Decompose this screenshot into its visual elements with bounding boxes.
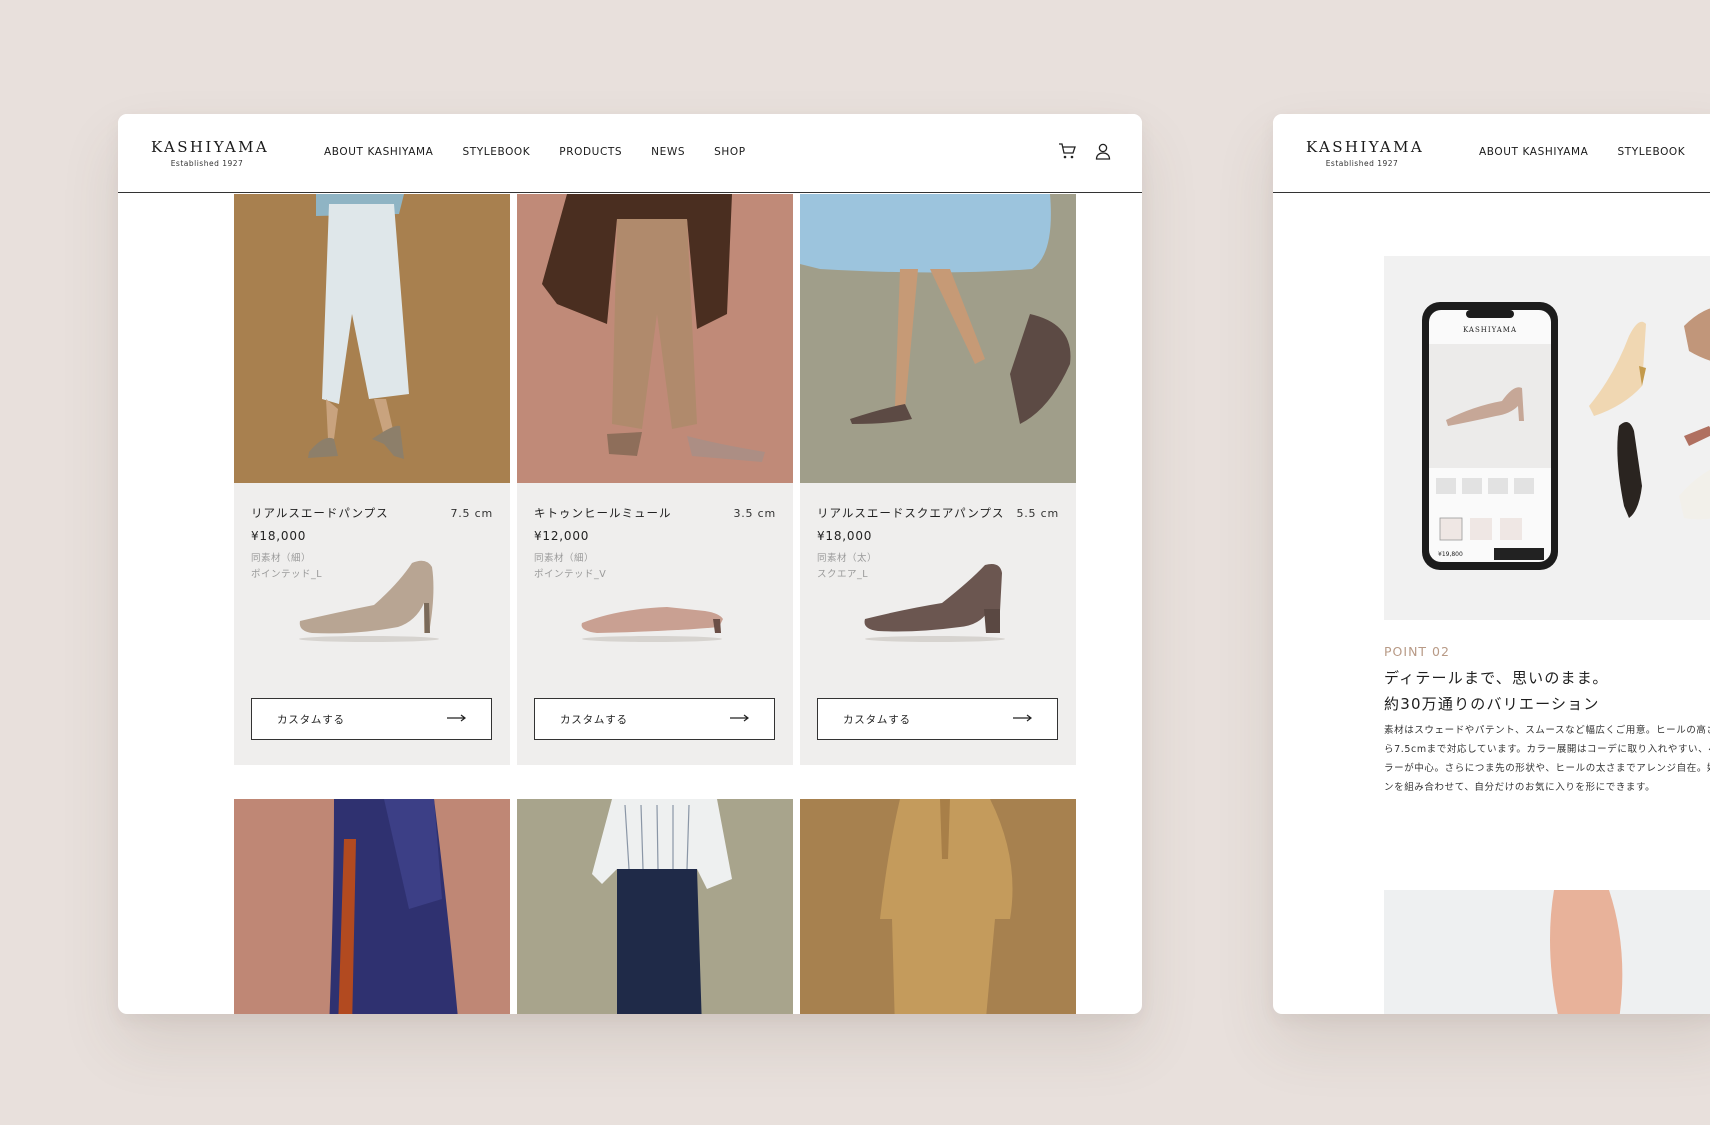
brand-name: KASHIYAMA (1306, 138, 1425, 156)
nav-item-news[interactable]: NEWS (651, 146, 685, 158)
point-label: POINT 02 (1384, 644, 1450, 659)
brand-established: Established 1927 (170, 159, 244, 168)
brand-established: Established 1927 (1325, 159, 1399, 168)
arrow-right-icon (730, 713, 750, 725)
body-line: 素材はスウェードやパテント、スムースなど幅広くご用意。ヒールの高さは (1384, 725, 1710, 736)
body-line: ンを組み合わせて、自分だけのお気に入りを形にできます。 (1384, 782, 1656, 793)
brand-logo[interactable]: KASHIYAMA Established 1927 (1306, 138, 1425, 168)
heel-height: 7.5 cm (450, 507, 493, 520)
heel-height: 3.5 cm (733, 507, 776, 520)
lookbook-card (517, 799, 793, 1014)
nav-item-products[interactable]: PRODUCTS (559, 146, 622, 158)
product-card: キトゥンヒールミュール 3.5 cm ¥12,000 同素材（細） ポインテッド… (517, 194, 793, 765)
lookbook-row (234, 799, 1076, 1014)
phone-logo: KASHIYAMA (1463, 326, 1517, 334)
arrow-right-icon (1013, 713, 1033, 725)
product-info: リアルスエードスクエアパンプス 5.5 cm ¥18,000 同素材（太） スク… (800, 483, 1076, 765)
product-card: リアルスエードパンプス 7.5 cm ¥18,000 同素材（細） ポインテッド… (234, 194, 510, 765)
lookbook-card (234, 799, 510, 1014)
customize-button-label: カスタムする (843, 713, 911, 726)
site-header: KASHIYAMA Established 1927 ABOUT KASHIYA… (1273, 114, 1710, 193)
customize-button-label: カスタムする (560, 713, 628, 726)
brand-logo[interactable]: KASHIYAMA Established 1927 (151, 138, 270, 168)
phone-price: ¥19,800 (1438, 551, 1463, 558)
model-photo[interactable] (800, 799, 1076, 1014)
main-nav: ABOUT KASHIYAMA STYLEBOOK (1479, 146, 1685, 158)
point-hero-image: KASHIYAMA ¥19,800 (1384, 256, 1710, 620)
product-grid: リアルスエードパンプス 7.5 cm ¥18,000 同素材（細） ポインテッド… (234, 194, 1076, 1014)
site-header: KASHIYAMA Established 1927 ABOUT KASHIYA… (118, 114, 1142, 193)
brand-name: KASHIYAMA (151, 138, 270, 156)
model-photo[interactable] (800, 194, 1076, 483)
nav-item-about[interactable]: ABOUT KASHIYAMA (1479, 146, 1588, 158)
nav-item-shop[interactable]: SHOP (714, 146, 746, 158)
cart-icon[interactable] (1058, 142, 1076, 160)
product-info: キトゥンヒールミュール 3.5 cm ¥12,000 同素材（細） ポインテッド… (517, 483, 793, 765)
shoe-image (581, 607, 723, 642)
nav-item-stylebook[interactable]: STYLEBOOK (1617, 146, 1685, 158)
customize-button[interactable]: カスタムする (817, 698, 1058, 740)
product-price: ¥18,000 (817, 529, 873, 543)
main-nav: ABOUT KASHIYAMA STYLEBOOK PRODUCTS NEWS … (324, 146, 746, 158)
secondary-browser-window: KASHIYAMA Established 1927 ABOUT KASHIYA… (1273, 114, 1710, 1014)
body-line: ラーが中心。さらにつま先の形状や、ヒールの太さまでアレンジ自在。好き (1384, 763, 1710, 774)
model-photo[interactable] (234, 194, 510, 483)
heel-height: 5.5 cm (1016, 507, 1059, 520)
header-icons (1058, 142, 1112, 160)
point-title-line: 約30万通りのバリエーション (1384, 695, 1600, 713)
model-photo[interactable] (234, 799, 510, 1014)
product-info: リアルスエードパンプス 7.5 cm ¥18,000 同素材（細） ポインテッド… (234, 483, 510, 765)
point-title: ディテールまで、思いのまま。 約30万通りのバリエーション (1384, 665, 1609, 717)
body-line: ら7.5cmまで対応しています。カラー展開はコーデに取り入れやすい、ベーシ (1384, 744, 1710, 755)
point-title-line: ディテールまで、思いのまま。 (1384, 669, 1609, 687)
product-price: ¥12,000 (534, 529, 590, 543)
shoe-image (299, 560, 439, 642)
customize-button-label: カスタムする (277, 713, 345, 726)
nav-item-about[interactable]: ABOUT KASHIYAMA (324, 146, 433, 158)
point-body: 素材はスウェードやパテント、スムースなど幅広くご用意。ヒールの高さは ら7.5c… (1384, 721, 1710, 797)
shoe-image (864, 564, 1005, 642)
leg-photo (1384, 890, 1710, 1014)
product-row: リアルスエードパンプス 7.5 cm ¥18,000 同素材（細） ポインテッド… (234, 194, 1076, 765)
model-photo[interactable] (517, 194, 793, 483)
main-browser-window: KASHIYAMA Established 1927 ABOUT KASHIYA… (118, 114, 1142, 1014)
product-card: リアルスエードスクエアパンプス 5.5 cm ¥18,000 同素材（太） スク… (800, 194, 1076, 765)
product-price: ¥18,000 (251, 529, 307, 543)
arrow-right-icon (447, 713, 467, 725)
model-photo[interactable] (517, 799, 793, 1014)
nav-item-stylebook[interactable]: STYLEBOOK (462, 146, 530, 158)
user-icon[interactable] (1094, 142, 1112, 160)
customize-button[interactable]: カスタムする (251, 698, 492, 740)
lookbook-card (800, 799, 1076, 1014)
customize-button[interactable]: カスタムする (534, 698, 775, 740)
